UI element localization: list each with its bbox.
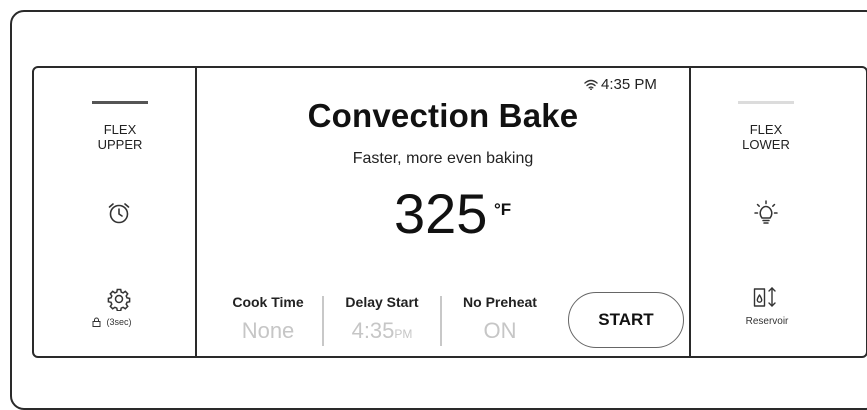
delay-start-time: 4:35 (351, 318, 395, 343)
option-divider (322, 296, 324, 346)
water-reservoir-icon[interactable] (753, 286, 779, 310)
wifi-icon (584, 79, 598, 91)
no-preheat-label[interactable]: No Preheat (448, 294, 552, 310)
mode-title: Convection Bake (307, 97, 579, 134)
gear-icon[interactable] (107, 287, 131, 311)
cook-time-value[interactable]: None (220, 318, 316, 344)
lock-duration: (3sec) (106, 317, 132, 327)
flex-lower-label-line2: LOWER (742, 137, 790, 152)
option-divider (440, 296, 442, 346)
flex-upper-label-line1: FLEX (103, 122, 137, 137)
delay-start-label[interactable]: Delay Start (330, 294, 434, 310)
flex-upper-button[interactable]: FLEX UPPER (60, 122, 180, 152)
alarm-clock-icon[interactable] (106, 201, 132, 225)
flex-lower-button[interactable]: FLEX LOWER (706, 122, 826, 152)
temperature-value[interactable]: 325 (394, 182, 487, 246)
delay-start-meridiem: PM (394, 327, 413, 341)
status-bar: 4:35 PM (584, 76, 657, 93)
cook-time-label[interactable]: Cook Time (220, 294, 316, 310)
upper-active-indicator (92, 101, 148, 104)
right-divider (689, 66, 691, 358)
mode-subtitle[interactable]: Faster, more even baking (197, 150, 689, 168)
lock-hold-label: (3sec) (84, 317, 144, 327)
flex-upper-label-line2: UPPER (97, 137, 143, 152)
reservoir-label: Reservoir (745, 316, 789, 327)
start-button[interactable]: START (568, 292, 684, 348)
flex-lower-label-line1: FLEX (749, 122, 783, 137)
temperature-unit: °F (494, 200, 512, 219)
oven-light-icon[interactable] (751, 199, 781, 229)
lower-inactive-indicator (738, 101, 794, 104)
no-preheat-value[interactable]: ON (448, 318, 552, 344)
clock-time: 4:35 PM (601, 76, 657, 93)
delay-start-value[interactable]: 4:35PM (330, 318, 434, 344)
